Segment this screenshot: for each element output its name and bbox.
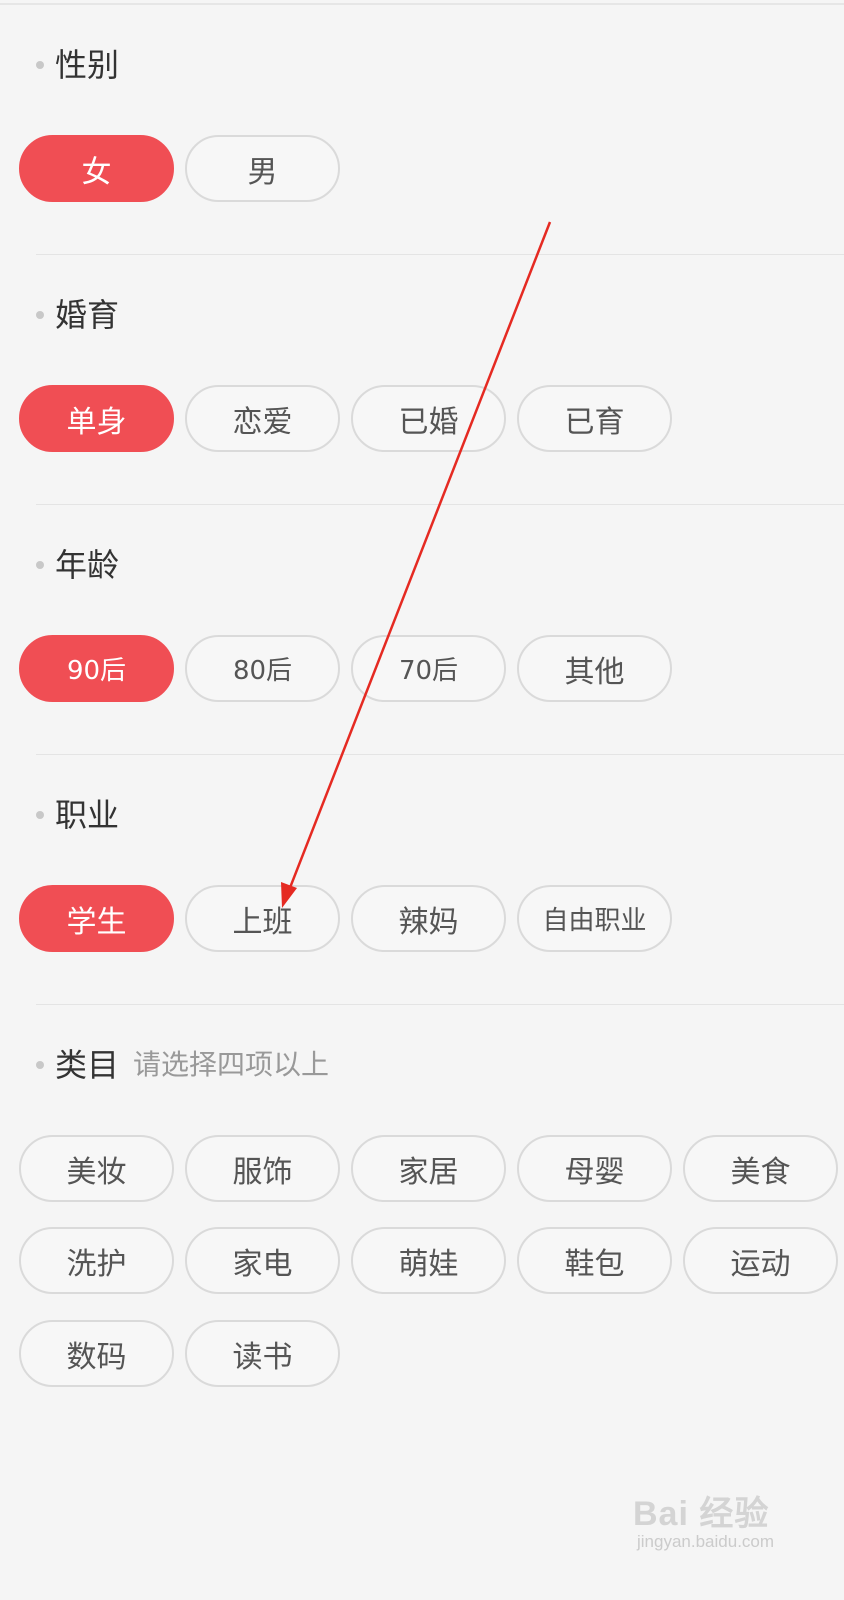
- baidu-jingyan-watermark: Bai 经验 jingyan.baidu.com: [633, 1478, 823, 1568]
- divider: [36, 504, 844, 505]
- category-apparel[interactable]: 服饰: [185, 1135, 340, 1202]
- option-female[interactable]: 女: [19, 135, 174, 202]
- category-food[interactable]: 美食: [683, 1135, 838, 1202]
- category-digital[interactable]: 数码: [19, 1320, 174, 1387]
- annotation-arrow-line: [284, 221, 552, 899]
- section-header: 职业: [36, 795, 119, 835]
- section-header: 性别: [36, 45, 119, 85]
- watermark-url: jingyan.baidu.com: [637, 1532, 775, 1551]
- option-parent[interactable]: 已育: [517, 385, 672, 452]
- option-married[interactable]: 已婚: [351, 385, 506, 452]
- option-80s[interactable]: 80后: [185, 635, 340, 702]
- option-hot-mom[interactable]: 辣妈: [351, 885, 506, 952]
- watermark-brand: Bai 经验: [633, 1495, 770, 1533]
- bullet-dot-icon: [36, 811, 44, 819]
- category-appliances[interactable]: 家电: [185, 1227, 340, 1294]
- option-office-worker[interactable]: 上班: [185, 885, 340, 952]
- category-makeup[interactable]: 美妆: [19, 1135, 174, 1202]
- category-shoes-bags[interactable]: 鞋包: [517, 1227, 672, 1294]
- option-student[interactable]: 学生: [19, 885, 174, 952]
- category-books[interactable]: 读书: [185, 1320, 340, 1387]
- bullet-dot-icon: [36, 311, 44, 319]
- option-freelancer[interactable]: 自由职业: [517, 885, 672, 952]
- category-personal-care[interactable]: 洗护: [19, 1227, 174, 1294]
- category-sports[interactable]: 运动: [683, 1227, 838, 1294]
- option-70s[interactable]: 70后: [351, 635, 506, 702]
- option-other-age[interactable]: 其他: [517, 635, 672, 702]
- divider: [36, 754, 844, 755]
- section-hint-category: 请选择四项以上: [133, 1048, 330, 1081]
- section-title-gender: 性别: [55, 46, 120, 84]
- category-mother-baby[interactable]: 母婴: [517, 1135, 672, 1202]
- section-title-marital: 婚育: [55, 296, 120, 334]
- section-title-category: 类目: [55, 1046, 120, 1084]
- section-title-occupation: 职业: [55, 796, 120, 834]
- divider: [36, 1004, 844, 1005]
- bullet-dot-icon: [36, 561, 44, 569]
- top-border: [0, 3, 844, 5]
- category-kids[interactable]: 萌娃: [351, 1227, 506, 1294]
- section-header: 类目 请选择四项以上: [36, 1045, 329, 1085]
- option-single[interactable]: 单身: [19, 385, 174, 452]
- category-home[interactable]: 家居: [351, 1135, 506, 1202]
- section-title-age: 年龄: [55, 546, 120, 584]
- section-header: 年龄: [36, 545, 119, 585]
- divider: [36, 254, 844, 255]
- option-male[interactable]: 男: [185, 135, 340, 202]
- option-dating[interactable]: 恋爱: [185, 385, 340, 452]
- section-header: 婚育: [36, 295, 119, 335]
- option-90s[interactable]: 90后: [19, 635, 174, 702]
- bullet-dot-icon: [36, 1061, 44, 1069]
- bullet-dot-icon: [36, 61, 44, 69]
